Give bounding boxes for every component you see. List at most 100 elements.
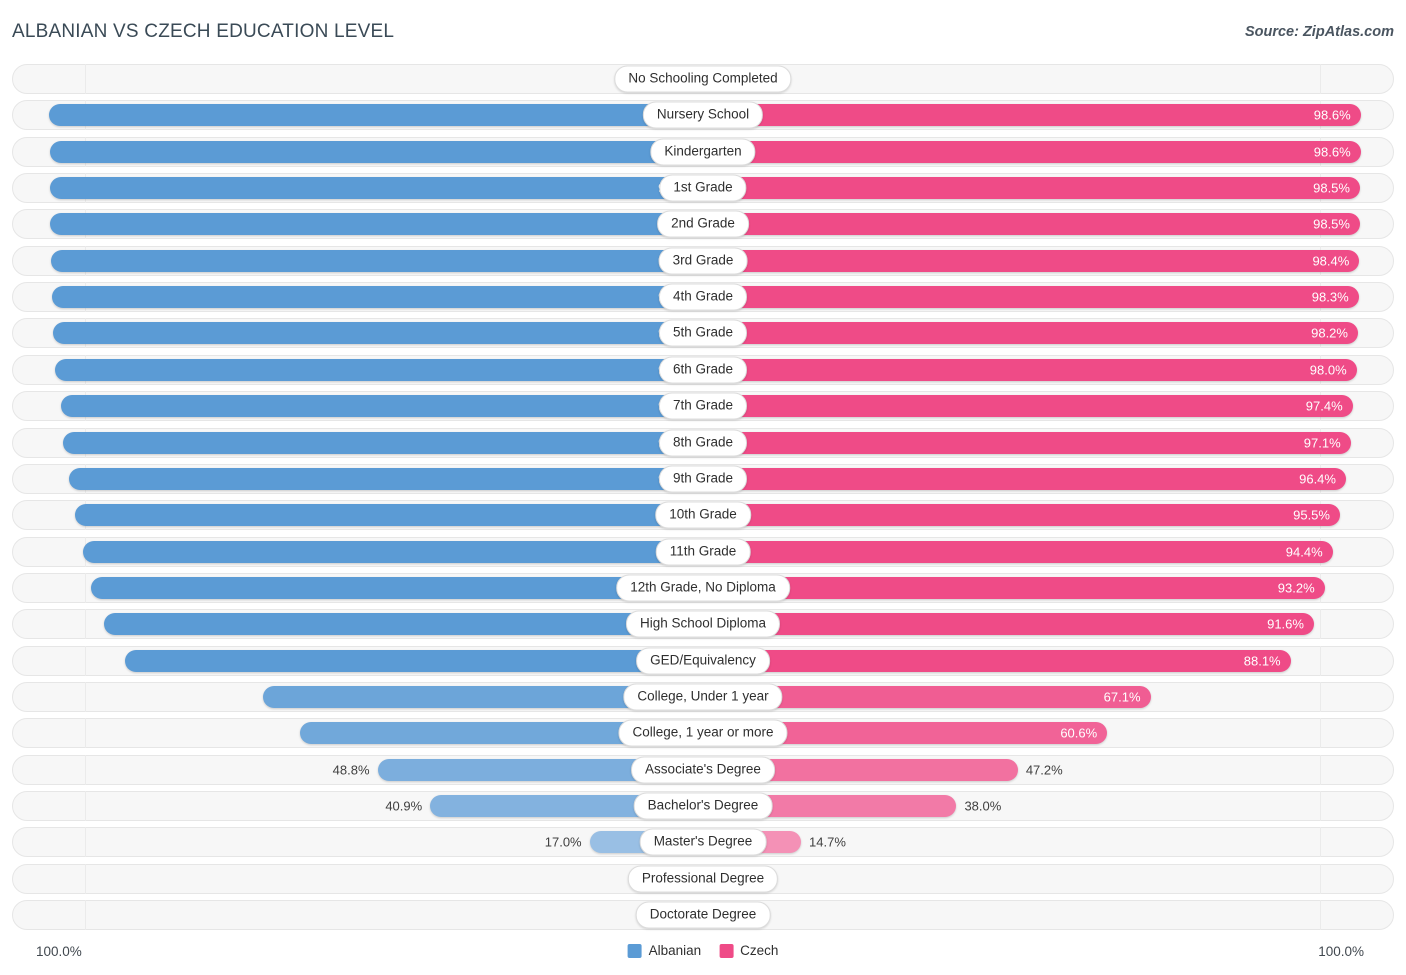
gridline bbox=[1320, 827, 1321, 858]
bar-czech[interactable]: 97.1% bbox=[703, 431, 1351, 454]
legend-item-czech[interactable]: Czech bbox=[719, 943, 778, 958]
bar-value-czech: 98.2% bbox=[1311, 325, 1348, 341]
bar-value-albanian: 48.8% bbox=[332, 762, 370, 778]
chart-row: 96.3% 97.4% 7th Grade bbox=[12, 391, 1394, 422]
bar-czech[interactable]: 96.4% bbox=[703, 467, 1346, 490]
bar-albanian[interactable]: 98.0% bbox=[49, 104, 703, 127]
chart-row: 97.1% 98.0% 6th Grade bbox=[12, 354, 1394, 385]
gridline bbox=[85, 900, 86, 931]
bar-albanian[interactable]: 97.6% bbox=[52, 286, 703, 309]
bar-czech[interactable]: 98.0% bbox=[703, 358, 1357, 381]
category-label: 5th Grade bbox=[658, 319, 748, 347]
category-label: College, Under 1 year bbox=[623, 683, 783, 711]
bar-albanian[interactable]: 86.6% bbox=[125, 649, 703, 672]
chart-row: 2.1%1.5%No Schooling Completed bbox=[12, 64, 1394, 94]
chart-row: 89.8% 91.6% High School Diploma bbox=[12, 609, 1394, 640]
bar-albanian[interactable]: 96.3% bbox=[60, 395, 703, 418]
bar-czech[interactable]: 98.5% bbox=[703, 177, 1360, 200]
gridline bbox=[1320, 609, 1321, 640]
chart-legend: Albanian Czech bbox=[627, 943, 778, 958]
source-attribution: Source: ZipAtlas.com bbox=[1244, 24, 1394, 40]
category-label: 12th Grade, No Diploma bbox=[616, 574, 790, 602]
chart-header: ALBANIAN VS CZECH EDUCATION LEVEL Source… bbox=[0, 0, 1406, 58]
category-label: 9th Grade bbox=[658, 465, 748, 493]
bar-albanian[interactable]: 94.1% bbox=[75, 504, 703, 527]
category-label: Bachelor's Degree bbox=[633, 792, 773, 820]
bar-albanian[interactable]: 97.1% bbox=[55, 358, 703, 381]
chart-row: 1.9%1.9%Doctorate Degree bbox=[12, 900, 1394, 931]
bar-czech[interactable]: 98.6% bbox=[703, 140, 1361, 163]
bar-albanian[interactable]: 91.8% bbox=[90, 576, 703, 599]
bar-czech[interactable]: 98.4% bbox=[703, 249, 1360, 272]
bar-czech[interactable]: 88.1% bbox=[703, 649, 1291, 672]
bar-czech[interactable]: 95.5% bbox=[703, 504, 1340, 527]
chart-row: 98.0% 98.6% Nursery School bbox=[12, 100, 1394, 131]
bar-czech[interactable]: 98.3% bbox=[703, 286, 1359, 309]
bar-value-czech: 91.6% bbox=[1267, 616, 1304, 632]
bar-albanian[interactable]: 96.0% bbox=[62, 431, 703, 454]
axis-max-left: 100.0% bbox=[36, 944, 82, 959]
bar-czech[interactable]: 91.6% bbox=[703, 613, 1314, 636]
bar-czech[interactable]: 93.2% bbox=[703, 576, 1325, 599]
bar-value-czech: 98.6% bbox=[1313, 144, 1351, 160]
gridline bbox=[85, 64, 86, 94]
bar-value-czech: 97.4% bbox=[1305, 398, 1343, 414]
chart-footer: 100.0% 100.0% Albanian Czech bbox=[0, 938, 1406, 975]
bar-value-czech: 98.0% bbox=[1309, 362, 1347, 378]
bar-value-czech: 47.2% bbox=[1025, 762, 1063, 778]
bar-value-czech: 98.5% bbox=[1313, 180, 1350, 196]
chart-row: 17.0% 14.7% Master's Degree bbox=[12, 827, 1394, 858]
category-label: 4th Grade bbox=[658, 283, 748, 311]
bar-value-czech: 93.2% bbox=[1277, 580, 1315, 596]
bar-albanian[interactable]: 97.9% bbox=[50, 140, 703, 163]
bar-czech[interactable]: 98.2% bbox=[703, 322, 1358, 345]
gridline bbox=[1320, 754, 1321, 785]
page-title: ALBANIAN VS CZECH EDUCATION LEVEL bbox=[12, 21, 395, 42]
chart-row: 40.9% 38.0% Bachelor's Degree bbox=[12, 791, 1394, 821]
bar-albanian[interactable]: 97.8% bbox=[50, 249, 703, 272]
gridline bbox=[1320, 718, 1321, 749]
chart-row: 97.6% 98.3% 4th Grade bbox=[12, 282, 1394, 313]
bar-czech[interactable]: 94.4% bbox=[703, 540, 1333, 563]
chart-row: 60.4%60.6%College, 1 year or more bbox=[12, 718, 1394, 749]
bar-value-czech: 98.4% bbox=[1312, 253, 1350, 269]
gridline bbox=[1320, 863, 1321, 894]
category-label: 11th Grade bbox=[655, 538, 751, 566]
chart-row: 91.8% 93.2% 12th Grade, No Diploma bbox=[12, 572, 1394, 603]
category-label: 2nd Grade bbox=[657, 210, 749, 238]
bar-czech[interactable]: 97.4% bbox=[703, 395, 1353, 418]
legend-label: Albanian bbox=[648, 943, 702, 958]
category-label: 6th Grade bbox=[658, 356, 748, 384]
bar-albanian[interactable]: 97.9% bbox=[50, 177, 703, 200]
bar-albanian[interactable]: 95.1% bbox=[68, 467, 703, 490]
chart-row: 86.6% 88.1% GED/Equivalency bbox=[12, 645, 1394, 676]
bar-czech[interactable]: 98.6% bbox=[703, 104, 1361, 127]
diverging-bar-chart: 2.1%1.5%No Schooling Completed 98.0% 98.6%… bbox=[0, 58, 1406, 938]
bar-value-czech: 98.5% bbox=[1313, 216, 1350, 232]
bar-albanian[interactable]: 97.4% bbox=[53, 322, 703, 345]
gridline bbox=[85, 827, 86, 858]
bar-czech[interactable]: 98.5% bbox=[703, 213, 1360, 236]
bar-value-albanian: 40.9% bbox=[385, 798, 423, 814]
legend-item-albanian[interactable]: Albanian bbox=[627, 943, 702, 958]
bar-albanian[interactable]: 89.8% bbox=[104, 613, 703, 636]
bar-value-czech: 96.4% bbox=[1299, 471, 1336, 487]
gridline bbox=[85, 718, 86, 749]
bar-albanian[interactable]: 93.0% bbox=[82, 540, 703, 563]
legend-swatch-icon bbox=[719, 943, 734, 958]
category-label: Professional Degree bbox=[627, 865, 779, 893]
bar-value-czech: 38.0% bbox=[964, 798, 1002, 814]
bar-albanian[interactable]: 97.9% bbox=[50, 213, 703, 236]
gridline bbox=[85, 863, 86, 894]
category-label: Master's Degree bbox=[639, 828, 767, 856]
gridline bbox=[85, 754, 86, 785]
legend-swatch-icon bbox=[627, 943, 642, 958]
chart-row: 48.8% 47.2% Associate's Degree bbox=[12, 754, 1394, 785]
category-label: Associate's Degree bbox=[631, 756, 775, 784]
bar-value-czech: 97.1% bbox=[1303, 435, 1341, 450]
bar-value-czech: 98.6% bbox=[1313, 107, 1351, 123]
bar-value-czech: 67.1% bbox=[1103, 689, 1141, 705]
chart-row: 96.0% 97.1% 8th Grade bbox=[12, 427, 1394, 458]
chart-row: 65.9%67.1%College, Under 1 year bbox=[12, 681, 1394, 712]
chart-row: 97.9% 98.5% 1st Grade bbox=[12, 173, 1394, 204]
